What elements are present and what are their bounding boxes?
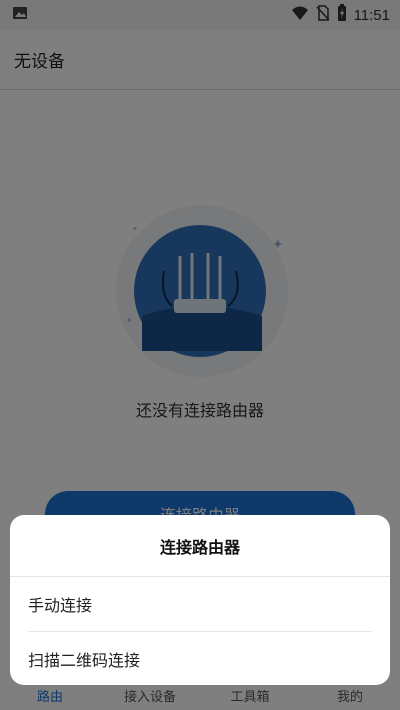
scan-qr-connect-option[interactable]: 扫描二维码连接: [10, 632, 390, 685]
sheet-title: 连接路由器: [10, 515, 390, 577]
connect-router-sheet: 连接路由器 手动连接 扫描二维码连接: [10, 515, 390, 685]
manual-connect-option[interactable]: 手动连接: [10, 577, 390, 631]
